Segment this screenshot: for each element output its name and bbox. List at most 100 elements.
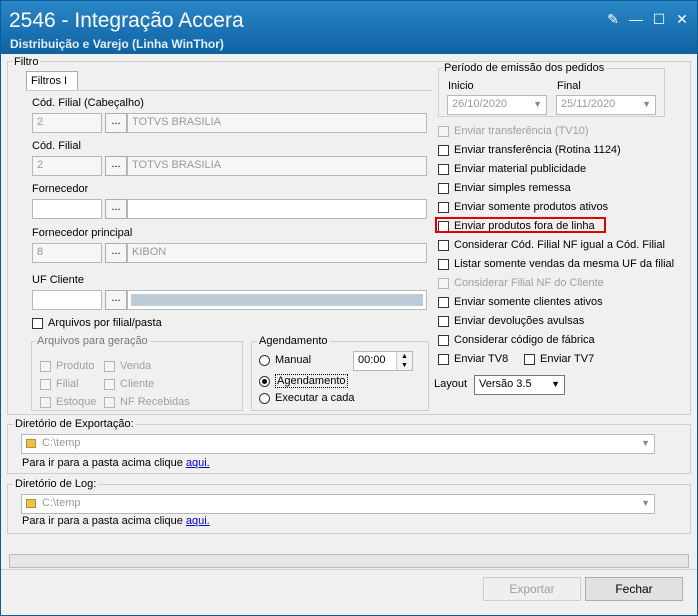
agendamento-label: Agendamento (275, 374, 348, 388)
final-date[interactable]: 25/11/2020 ▼ (556, 95, 656, 115)
filtro-group-title: Filtro (12, 56, 41, 68)
inicio-date[interactable]: 26/10/2020 ▼ (447, 95, 547, 115)
opt-label: Enviar simples remessa (454, 182, 571, 194)
opt-tv8[interactable]: Enviar TV8 (438, 353, 508, 365)
checkbox-box (32, 317, 43, 329)
cliente-label: Cliente (120, 378, 155, 390)
opt-filial-nf-cliente[interactable]: Considerar Filial NF do Cliente (438, 277, 604, 289)
cod-filial-code[interactable]: 2 (32, 156, 102, 176)
checkbox-box (438, 296, 449, 308)
title-bar: 2546 - Integração Accera Distribuição e … (1, 1, 697, 54)
checkbox-box (438, 315, 449, 327)
log-path[interactable]: C:\temp ▼ (21, 494, 655, 514)
opt-filial-nf-igual[interactable]: Considerar Cód. Filial NF igual a Cód. F… (438, 239, 665, 251)
uf-cliente-name-fill (131, 294, 423, 306)
arquivos-filial-label: Arquivos por filial/pasta (48, 317, 162, 329)
tab-filtros-i[interactable]: Filtros I (26, 71, 78, 91)
checkbox-box (40, 378, 51, 390)
cod-filial-cab-code[interactable]: 2 (32, 113, 102, 133)
opt-label: Enviar transferência (TV10) (454, 125, 589, 137)
fornecedor-principal-code[interactable]: 8 (32, 243, 102, 263)
opt-vendas-mesma-uf[interactable]: Listar somente vendas da mesma UF da fil… (438, 258, 674, 270)
checkbox-box (104, 378, 115, 390)
layout-label: Layout (434, 378, 468, 390)
opt-transferencia-tv10[interactable]: Enviar transferência (TV10) (438, 125, 589, 137)
exportacao-hint-text: Para ir para a pasta acima clique (22, 457, 183, 469)
minimize-icon[interactable]: — (627, 11, 645, 27)
opt-transferencia-1124[interactable]: Enviar transferência (Rotina 1124) (438, 144, 621, 156)
nf-recebidas-checkbox[interactable]: NF Recebidas (104, 396, 190, 408)
final-value: 25/11/2020 (561, 98, 616, 110)
cod-filial-cab-name: TOTVS BRASILIA (127, 113, 427, 133)
manual-radio[interactable]: Manual (259, 354, 311, 366)
venda-checkbox[interactable]: Venda (104, 360, 151, 372)
exportacao-path-value: C:\temp (42, 437, 81, 449)
cod-filial-name: TOTVS BRASILIA (127, 156, 427, 176)
log-title: Diretório de Log: (13, 478, 99, 490)
main-window: 2546 - Integração Accera Distribuição e … (0, 0, 698, 616)
fechar-button[interactable]: Fechar (585, 577, 683, 601)
inicio-value: 26/10/2020 (452, 98, 508, 110)
checkbox-box (40, 396, 51, 408)
time-spinner[interactable]: ▲ ▼ (396, 352, 412, 370)
opt-clientes-ativos[interactable]: Enviar somente clientes ativos (438, 296, 603, 308)
cliente-checkbox[interactable]: Cliente (104, 378, 154, 390)
fornecedor-code[interactable] (32, 199, 102, 219)
opt-tv7[interactable]: Enviar TV7 (524, 353, 594, 365)
checkbox-box (438, 334, 449, 346)
checkbox-box (40, 360, 51, 372)
exportar-button[interactable]: Exportar (483, 577, 581, 601)
opt-label: Enviar material publicidade (454, 163, 587, 175)
opt-produtos-ativos[interactable]: Enviar somente produtos ativos (438, 201, 608, 213)
executar-label: Executar a cada (275, 392, 355, 404)
arquivos-geracao-title: Arquivos para geração (35, 335, 150, 347)
opt-label: Enviar devoluções avulsas (454, 315, 585, 327)
periodo-title: Período de emissão dos pedidos (442, 62, 607, 74)
checkbox-box (438, 163, 449, 175)
opt-devolucoes-avulsas[interactable]: Enviar devoluções avulsas (438, 315, 584, 327)
fornecedor-principal-search-button[interactable]: ... (105, 243, 127, 263)
opt-label: Enviar somente produtos ativos (454, 201, 609, 213)
arquivos-filial-checkbox[interactable]: Arquivos por filial/pasta (32, 317, 162, 329)
layout-select[interactable]: Versão 3.5 ▼ (474, 375, 565, 395)
log-hint-text: Para ir para a pasta acima clique (22, 515, 183, 527)
opt-label: Enviar somente clientes ativos (454, 296, 603, 308)
cod-filial-search-button[interactable]: ... (105, 156, 127, 176)
footer-divider (1, 569, 697, 570)
maximize-icon[interactable]: ☐ (650, 11, 668, 27)
opt-material-publicidade[interactable]: Enviar material publicidade (438, 163, 586, 175)
estoque-label: Estoque (56, 396, 97, 408)
agendamento-radio[interactable]: Agendamento (259, 374, 348, 388)
checkbox-box (438, 182, 449, 194)
estoque-checkbox[interactable]: Estoque (40, 396, 96, 408)
produto-checkbox[interactable]: Produto (40, 360, 95, 372)
uf-cliente-search-button[interactable]: ... (105, 290, 127, 310)
fornecedor-search-button[interactable]: ... (105, 199, 127, 219)
window-subtitle: Distribuição e Varejo (Linha WinThor) (10, 37, 224, 51)
log-hint: Para ir para a pasta acima clique aqui. (22, 515, 210, 527)
opt-label: Considerar Filial NF do Cliente (454, 277, 604, 289)
cod-filial-cab-search-button[interactable]: ... (105, 113, 127, 133)
opt-codigo-fabrica[interactable]: Considerar código de fábrica (438, 334, 595, 346)
chevron-down-icon: ▼ (533, 99, 542, 109)
edit-icon[interactable]: ✎ (604, 11, 622, 27)
log-link[interactable]: aqui. (186, 515, 210, 527)
close-icon[interactable]: ✕ (673, 11, 691, 27)
folder-icon (26, 438, 36, 448)
filial-label: Filial (56, 378, 79, 390)
uf-cliente-code[interactable] (32, 290, 102, 310)
exportacao-path[interactable]: C:\temp ▼ (21, 434, 655, 454)
filial-checkbox[interactable]: Filial (40, 378, 79, 390)
progress-bar (9, 554, 689, 568)
opt-label: Enviar TV8 (454, 353, 509, 365)
opt-label: Enviar TV7 (540, 353, 595, 365)
executar-radio[interactable]: Executar a cada (259, 392, 355, 404)
exportacao-hint: Para ir para a pasta acima clique aqui. (22, 457, 210, 469)
checkbox-box (438, 258, 449, 270)
nf-recebidas-label: NF Recebidas (120, 396, 190, 408)
opt-label: Considerar código de fábrica (454, 334, 595, 346)
produto-label: Produto (56, 360, 95, 372)
opt-simples-remessa[interactable]: Enviar simples remessa (438, 182, 571, 194)
chevron-down-icon: ▼ (551, 379, 560, 389)
exportacao-link[interactable]: aqui. (186, 457, 210, 469)
